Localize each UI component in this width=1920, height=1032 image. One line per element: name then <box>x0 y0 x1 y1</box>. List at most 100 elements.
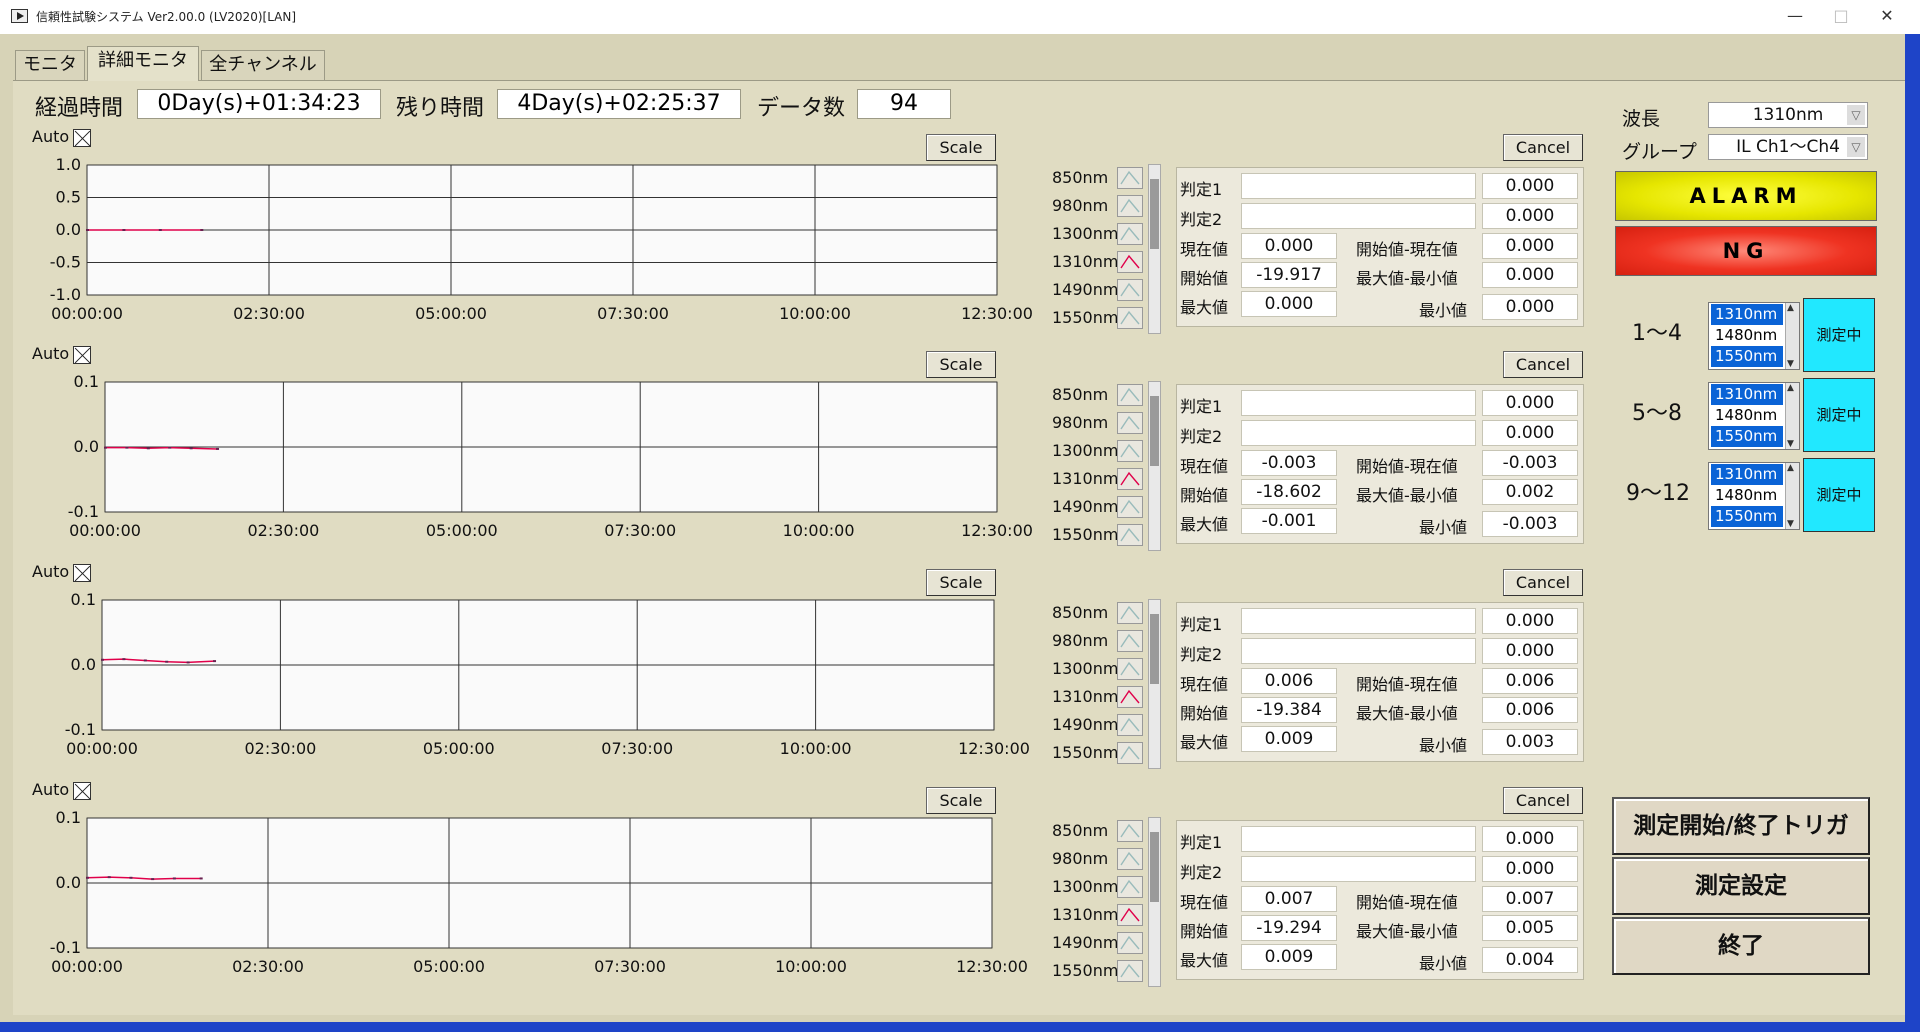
judge2-label: 判定2 <box>1180 210 1223 229</box>
max-minus-min-label: 最大値-最小値 <box>1356 922 1458 941</box>
trace-style-icon[interactable] <box>1117 848 1143 870</box>
trace-style-icon[interactable] <box>1117 714 1143 736</box>
trace-style-icon[interactable] <box>1117 742 1143 764</box>
judge2-input[interactable] <box>1241 638 1476 664</box>
trace-style-icon[interactable] <box>1117 167 1143 189</box>
trace-style-icon[interactable] <box>1117 279 1143 301</box>
wavelength-list-scrollbar[interactable] <box>1148 381 1161 551</box>
trace-style-icon[interactable] <box>1117 307 1143 329</box>
measuring-status-button[interactable]: 測定中 <box>1803 298 1875 372</box>
trace-style-icon[interactable] <box>1117 440 1143 462</box>
x-tick-label: 00:00:00 <box>69 521 141 540</box>
wavelength-multiselect[interactable]: 1310nm 1480nm 1550nm ▲ ▼ <box>1708 302 1800 370</box>
cancel-button[interactable]: Cancel <box>1503 134 1583 161</box>
minimize-button[interactable]: — <box>1772 0 1818 34</box>
measuring-status-button[interactable]: 測定中 <box>1803 458 1875 532</box>
multiselect-item[interactable]: 1310nm <box>1711 304 1783 325</box>
wavelength-list-scrollbar[interactable] <box>1148 817 1161 987</box>
scroll-down-icon[interactable]: ▼ <box>1787 439 1794 449</box>
tab-all-channels[interactable]: 全チャンネル <box>201 50 325 80</box>
trace-style-icon[interactable] <box>1117 496 1143 518</box>
start-minus-current-label: 開始値-現在値 <box>1356 240 1458 259</box>
multiselect-scrollbar[interactable]: ▲ ▼ <box>1785 383 1799 449</box>
cancel-button[interactable]: Cancel <box>1503 351 1583 378</box>
trace-style-icon[interactable] <box>1117 960 1143 982</box>
multiselect-item[interactable]: 1480nm <box>1711 485 1783 506</box>
trace-style-icon[interactable] <box>1117 630 1143 652</box>
auto-checkbox[interactable] <box>73 346 91 364</box>
scroll-up-icon[interactable]: ▲ <box>1787 463 1794 473</box>
auto-checkbox[interactable] <box>73 564 91 582</box>
multiselect-item[interactable]: 1550nm <box>1711 346 1783 367</box>
measurement-settings-button[interactable]: 測定設定 <box>1612 857 1870 915</box>
tab-monitor[interactable]: モニタ <box>15 50 85 80</box>
judge2-input[interactable] <box>1241 856 1476 882</box>
trace-style-icon[interactable] <box>1117 904 1143 926</box>
auto-checkbox[interactable] <box>73 129 91 147</box>
data-point <box>129 876 133 879</box>
trace-style-icon[interactable] <box>1117 223 1143 245</box>
multiselect-item[interactable]: 1310nm <box>1711 464 1783 485</box>
judge1-input[interactable] <box>1241 608 1476 634</box>
max-value: 0.009 <box>1241 944 1337 970</box>
trace-style-icon[interactable] <box>1117 686 1143 708</box>
judge1-input[interactable] <box>1241 173 1476 199</box>
trace-style-icon[interactable] <box>1117 820 1143 842</box>
trace-style-icon[interactable] <box>1117 384 1143 406</box>
judge2-input[interactable] <box>1241 420 1476 446</box>
trace-style-icon[interactable] <box>1117 468 1143 490</box>
trace-style-icon[interactable] <box>1117 195 1143 217</box>
multiselect-scrollbar[interactable]: ▲ ▼ <box>1785 463 1799 529</box>
scrollbar-thumb[interactable] <box>1150 179 1159 249</box>
judge1-input[interactable] <box>1241 390 1476 416</box>
group-select[interactable]: IL Ch1～Ch4 ▽ <box>1708 134 1868 160</box>
multiselect-item[interactable]: 1550nm <box>1711 426 1783 447</box>
judge1-input[interactable] <box>1241 826 1476 852</box>
wave-glyph-icon <box>1120 661 1140 676</box>
wavelength-list-scrollbar[interactable] <box>1148 599 1161 769</box>
wavelength-list-scrollbar[interactable] <box>1148 164 1161 334</box>
max-minus-min-value: 0.006 <box>1482 697 1578 723</box>
multiselect-scrollbar[interactable]: ▲ ▼ <box>1785 303 1799 369</box>
scroll-up-icon[interactable]: ▲ <box>1787 303 1794 313</box>
scroll-down-icon[interactable]: ▼ <box>1787 359 1794 369</box>
wavelength-multiselect[interactable]: 1310nm 1480nm 1550nm ▲ ▼ <box>1708 462 1800 530</box>
trace-style-icon[interactable] <box>1117 876 1143 898</box>
wave-glyph-icon <box>1120 471 1140 486</box>
scroll-down-icon[interactable]: ▼ <box>1787 519 1794 529</box>
maximize-button[interactable]: □ <box>1818 0 1864 34</box>
cancel-button[interactable]: Cancel <box>1503 787 1583 814</box>
trace-style-icon[interactable] <box>1117 251 1143 273</box>
auto-checkbox[interactable] <box>73 782 91 800</box>
start-value: -19.917 <box>1241 262 1337 288</box>
data-point <box>122 229 126 231</box>
trigger-button[interactable]: 測定開始/終了トリガ <box>1612 797 1870 855</box>
multiselect-item[interactable]: 1310nm <box>1711 384 1783 405</box>
scrollbar-thumb[interactable] <box>1150 396 1159 466</box>
trace-style-icon[interactable] <box>1117 412 1143 434</box>
multiselect-item[interactable]: 1480nm <box>1711 405 1783 426</box>
wavelength-multiselect[interactable]: 1310nm 1480nm 1550nm ▲ ▼ <box>1708 382 1800 450</box>
auto-label: Auto <box>32 780 70 799</box>
scrollbar-thumb[interactable] <box>1150 614 1159 684</box>
trace-style-icon[interactable] <box>1117 602 1143 624</box>
tab-detail-monitor[interactable]: 詳細モニタ <box>87 46 199 81</box>
exit-button[interactable]: 終了 <box>1612 917 1870 975</box>
trace-style-icon[interactable] <box>1117 524 1143 546</box>
scrollbar-thumb[interactable] <box>1150 832 1159 902</box>
measuring-status-button[interactable]: 測定中 <box>1803 378 1875 452</box>
x-tick-label: 12:30:00 <box>961 304 1033 323</box>
judge2-input[interactable] <box>1241 203 1476 229</box>
wave-stroke <box>1120 443 1140 458</box>
trace-style-icon[interactable] <box>1117 932 1143 954</box>
trace-style-icon[interactable] <box>1117 658 1143 680</box>
scroll-up-icon[interactable]: ▲ <box>1787 383 1794 393</box>
current-value-label: 現在値 <box>1180 893 1229 912</box>
data-point <box>122 658 126 661</box>
multiselect-item[interactable]: 1550nm <box>1711 506 1783 527</box>
title-bar: 信頼性試験システム Ver2.00.0 (LV2020)[LAN] — □ ✕ <box>0 0 1920 34</box>
multiselect-item[interactable]: 1480nm <box>1711 325 1783 346</box>
close-button[interactable]: ✕ <box>1864 0 1910 34</box>
wavelength-select[interactable]: 1310nm ▽ <box>1708 102 1868 128</box>
cancel-button[interactable]: Cancel <box>1503 569 1583 596</box>
